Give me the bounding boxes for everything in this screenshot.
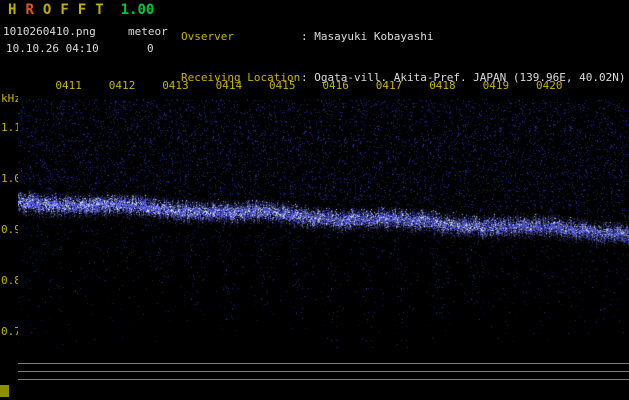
- info-row-observer: Ovserver : Masayuki Kobayashi: [181, 30, 626, 44]
- meteor-count-label: meteor: [128, 25, 168, 38]
- level-panel-line: [18, 371, 629, 372]
- level-legend-marker: [0, 385, 9, 397]
- time-tick-label: 0414: [215, 79, 243, 92]
- observer-label: Ovserver: [181, 30, 234, 43]
- spectrogram-canvas: [18, 95, 629, 358]
- time-tick-label: 0413: [162, 79, 189, 92]
- time-tick-label: 0418: [429, 79, 456, 92]
- time-tick-label: 0419: [482, 79, 510, 92]
- time-tick-label: 0420: [536, 79, 563, 92]
- logo-letter: F: [77, 2, 87, 18]
- observer-value: : Masayuki Kobayashi: [301, 30, 434, 43]
- time-tick-label: 0412: [108, 79, 136, 92]
- logo-version: 1.00: [120, 2, 155, 18]
- level-panel-line: [18, 363, 629, 364]
- meteor-count-value: 0: [147, 42, 154, 55]
- time-axis: 0411 0412 0413 0414 0415 0416 0417 0418 0419 0420: [0, 79, 629, 92]
- time-tick-label: 0415: [269, 79, 296, 92]
- hrofft-screen: H R O F F T 1.00 1010260410.png meteor 10.10.2…: [0, 0, 629, 400]
- time-tick-label: 0411: [55, 79, 82, 92]
- level-panel-line: [18, 379, 629, 380]
- freq-axis: 1.1 1.0 0.9 0.8 0.7: [0, 0, 21, 400]
- logo-letter: F: [60, 2, 69, 18]
- app-logo: H R O F F T 1.00: [8, 2, 154, 18]
- logo-letter: R: [25, 2, 34, 18]
- logo-letter: T: [95, 2, 104, 18]
- observation-timestamp: 10.10.26 04:10: [6, 42, 99, 55]
- logo-letter: O: [42, 2, 52, 18]
- time-tick-label: 0417: [375, 79, 403, 92]
- time-tick-label: 0416: [322, 79, 349, 92]
